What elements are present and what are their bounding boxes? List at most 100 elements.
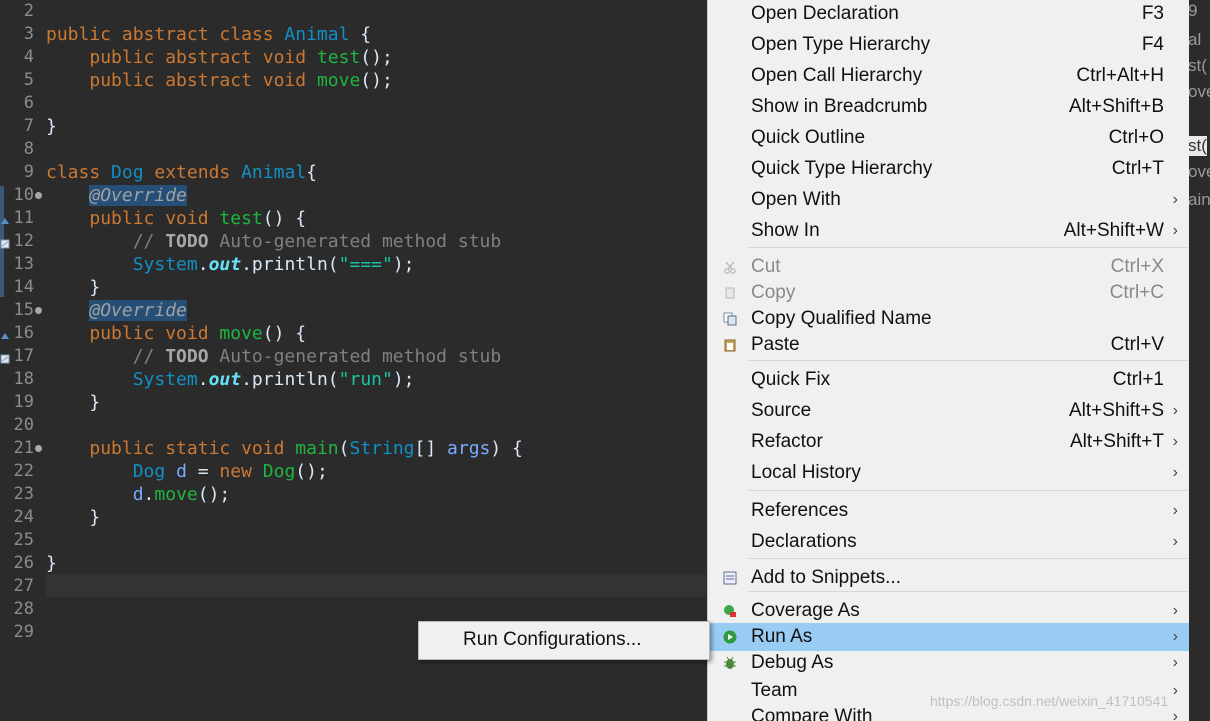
- line-number: 15: [13, 300, 34, 320]
- menu-item-quick-type-hierarchy[interactable]: Quick Type Hierarchy Ctrl+T: [708, 155, 1189, 183]
- menu-item-debug-as[interactable]: Debug As ›: [708, 649, 1189, 677]
- code-line[interactable]: public static void main(String[] args) {: [46, 437, 523, 460]
- code-token: }: [46, 507, 101, 528]
- menu-item-quick-outline[interactable]: Quick Outline Ctrl+O: [708, 124, 1189, 152]
- menu-item-shortcut: Ctrl+X: [1110, 256, 1164, 277]
- code-line[interactable]: }: [46, 552, 57, 575]
- menu-item-run-as[interactable]: Run As ›: [708, 623, 1189, 651]
- menu-item-label: Open Call Hierarchy: [751, 65, 923, 86]
- code-token: out: [208, 369, 242, 390]
- debug-icon: [723, 656, 737, 670]
- menu-separator: [748, 558, 1188, 559]
- task-marker-icon[interactable]: [0, 351, 10, 364]
- code-line[interactable]: public abstract void move();: [46, 69, 393, 92]
- menu-item-label: Quick Fix: [751, 369, 831, 390]
- menu-item-coverage-as[interactable]: Coverage As ›: [708, 597, 1189, 625]
- code-token: []: [414, 438, 448, 459]
- line-number: 14: [13, 277, 34, 297]
- menu-item-label: Show in Breadcrumb: [751, 96, 928, 117]
- menu-item-open-declaration[interactable]: Open Declaration F3: [708, 0, 1189, 28]
- code-token: main: [295, 438, 339, 459]
- menu-item-show-in-breadcrumb[interactable]: Show in Breadcrumb Alt+Shift+B: [708, 93, 1189, 121]
- code-token: () {: [262, 208, 307, 229]
- code-line[interactable]: class Dog extends Animal{: [46, 161, 317, 184]
- menu-item-open-call-hierarchy[interactable]: Open Call Hierarchy Ctrl+Alt+H: [708, 62, 1189, 90]
- code-token: Auto-generated method stub: [208, 231, 502, 252]
- code-line[interactable]: }: [46, 115, 57, 138]
- paste-icon: [723, 338, 737, 352]
- code-line[interactable]: public abstract void test();: [46, 46, 392, 69]
- submenu-chevron-right-icon: ›: [1172, 708, 1178, 721]
- code-token: test: [316, 47, 361, 68]
- menu-item-label: Quick Type Hierarchy: [751, 158, 933, 179]
- menu-item-shortcut: F3: [1141, 3, 1164, 24]
- menu-item-copy-qualified-name[interactable]: Copy Qualified Name: [708, 305, 1189, 333]
- menu-item-local-history[interactable]: Local History ›: [708, 459, 1189, 487]
- override-marker-icon[interactable]: [0, 213, 10, 224]
- code-line[interactable]: System.out.println("===");: [46, 253, 415, 276]
- code-line[interactable]: @Override: [46, 184, 187, 207]
- line-number: 18: [13, 369, 34, 389]
- code-line[interactable]: System.out.println("run");: [46, 368, 415, 391]
- menu-item-quick-fix[interactable]: Quick Fix Ctrl+1: [708, 366, 1189, 394]
- menu-item-declarations[interactable]: Declarations ›: [708, 528, 1189, 556]
- code-line[interactable]: public abstract class Animal {: [46, 23, 371, 46]
- menu-item-cut: Cut Ctrl+X: [708, 253, 1189, 281]
- menu-item-label: Open Declaration: [751, 3, 899, 24]
- menu-item-paste[interactable]: Paste Ctrl+V: [708, 331, 1189, 359]
- line-number: 19: [13, 392, 34, 412]
- editor-fragment-text: al: [1188, 30, 1202, 49]
- run-icon: [723, 630, 737, 644]
- code-line[interactable]: // TODO Auto-generated method stub: [46, 345, 501, 368]
- menu-item-shortcut: Ctrl+C: [1109, 282, 1164, 303]
- menu-item-source[interactable]: Source Alt+Shift+S ›: [708, 397, 1189, 425]
- current-line-highlight: [46, 574, 706, 597]
- code-token: (: [338, 438, 350, 459]
- menu-item-run-configurations[interactable]: Run Configurations...: [419, 622, 709, 659]
- menu-item-shortcut: Alt+Shift+W: [1063, 220, 1164, 241]
- override-marker-icon[interactable]: [0, 328, 10, 339]
- task-marker-icon[interactable]: [0, 236, 10, 249]
- code-line[interactable]: Dog d = new Dog();: [46, 460, 328, 483]
- fold-toggle-icon[interactable]: [35, 307, 42, 314]
- code-line[interactable]: // TODO Auto-generated method stub: [46, 230, 501, 253]
- menu-item-shortcut: Alt+Shift+B: [1068, 96, 1164, 117]
- line-number: 20: [13, 415, 34, 435]
- fold-toggle-icon[interactable]: [35, 192, 42, 199]
- menu-item-label: Refactor: [751, 431, 823, 452]
- line-number: 3: [23, 24, 34, 44]
- menu-item-open-type-hierarchy[interactable]: Open Type Hierarchy F4: [708, 31, 1189, 59]
- menu-item-add-to-snippets[interactable]: Add to Snippets...: [708, 564, 1189, 592]
- watermark: https://blog.csdn.net/weixin_41710541: [930, 693, 1169, 709]
- copy-icon: [723, 286, 737, 300]
- menu-item-show-in[interactable]: Show In Alt+Shift+W ›: [708, 217, 1189, 245]
- line-number: 6: [23, 93, 34, 113]
- menu-item-label: References: [751, 500, 849, 521]
- code-token: .: [197, 254, 209, 275]
- code-line[interactable]: d.move();: [46, 483, 231, 506]
- menu-item-references[interactable]: References ›: [708, 497, 1189, 525]
- menu-item-label: Team: [751, 680, 798, 701]
- fold-toggle-icon[interactable]: [35, 445, 42, 452]
- menu-item-refactor[interactable]: Refactor Alt+Shift+T ›: [708, 428, 1189, 456]
- code-token: System: [132, 369, 198, 390]
- context-menu: Open Declaration F3 Open Type Hierarchy F4 O…: [707, 0, 1189, 721]
- code-line[interactable]: @Override: [46, 299, 187, 322]
- code-token: .println(: [241, 369, 339, 390]
- code-line[interactable]: }: [46, 391, 100, 414]
- coverage-icon: [723, 604, 737, 618]
- menu-item-label: Add to Snippets...: [751, 567, 901, 588]
- code-token: ();: [360, 70, 393, 91]
- code-line[interactable]: public void test() {: [46, 207, 306, 230]
- line-number: 8: [23, 139, 34, 159]
- code-line[interactable]: }: [46, 506, 100, 529]
- menu-item-open-with[interactable]: Open With ›: [708, 186, 1189, 214]
- code-line[interactable]: public void move() {: [46, 322, 306, 345]
- code-line[interactable]: }: [46, 276, 100, 299]
- code-token: }: [46, 553, 57, 574]
